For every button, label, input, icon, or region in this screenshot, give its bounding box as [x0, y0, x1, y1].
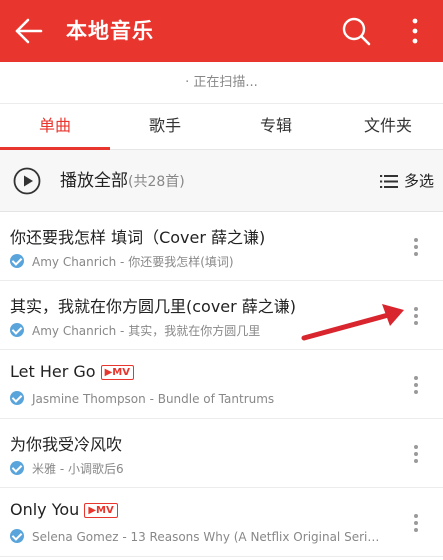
song-more-icon[interactable] [406, 443, 426, 465]
song-title: 为你我受冷风吹 [10, 435, 123, 454]
song-subtitle: Amy Chanrich - 你还要我怎样(填词) [10, 253, 382, 270]
tab-songs[interactable]: 单曲 [0, 104, 110, 150]
song-subtitle: Jasmine Thompson - Bundle of Tantrums [10, 391, 382, 406]
song-title: Only You ▶MV [10, 500, 118, 519]
song-more-icon[interactable] [406, 512, 426, 534]
scan-status: · 正在扫描... [0, 62, 443, 104]
app-bar: 本地音乐 [0, 0, 443, 62]
song-title: 你还要我怎样 填词（Cover 薛之谦) [10, 228, 266, 247]
song-list: 你还要我怎样 填词（Cover 薛之谦) Amy Chanrich - 你还要我… [0, 212, 443, 557]
multi-select-label: 多选 [404, 172, 435, 190]
song-item[interactable]: Let Her Go ▶MV Jasmine Thompson - Bundle … [0, 350, 443, 419]
song-more-icon[interactable] [406, 374, 426, 396]
downloaded-check-icon [10, 323, 24, 337]
mv-badge[interactable]: ▶MV [84, 503, 118, 518]
downloaded-check-icon [10, 529, 24, 543]
song-item[interactable]: Only You ▶MV Selena Gomez - 13 Reasons Wh… [0, 488, 443, 557]
tab-bar: 单曲 歌手 专辑 文件夹 [0, 104, 443, 150]
tab-artists[interactable]: 歌手 [110, 104, 220, 150]
arrow-back-icon[interactable] [14, 17, 44, 45]
list-icon [380, 175, 398, 188]
song-item[interactable]: 为你我受冷风吹 米雅 - 小调歌后6 [0, 419, 443, 488]
tab-albums[interactable]: 专辑 [221, 104, 331, 150]
more-vertical-icon[interactable] [405, 15, 425, 47]
play-all-label[interactable]: 播放全部(共28首) [60, 150, 185, 213]
song-subtitle: 米雅 - 小调歌后6 [10, 460, 382, 477]
song-subtitle: Amy Chanrich - 其实，我就在你方圆几里 [10, 322, 382, 339]
downloaded-check-icon [10, 391, 24, 405]
downloaded-check-icon [10, 461, 24, 475]
song-title: 其实，我就在你方圆几里(cover 薛之谦) [10, 297, 297, 316]
downloaded-check-icon [10, 254, 24, 268]
page-title: 本地音乐 [66, 19, 154, 43]
song-item[interactable]: 其实，我就在你方圆几里(cover 薛之谦) Amy Chanrich - 其实… [0, 281, 443, 350]
song-more-icon[interactable] [406, 305, 426, 327]
song-count: (共28首) [128, 174, 185, 190]
song-subtitle: Selena Gomez - 13 Reasons Why (A Netflix… [10, 529, 382, 544]
search-icon[interactable] [340, 15, 372, 47]
song-item[interactable]: 你还要我怎样 填词（Cover 薛之谦) Amy Chanrich - 你还要我… [0, 212, 443, 281]
play-circle-icon[interactable] [13, 167, 41, 195]
play-all-row[interactable]: 播放全部(共28首) 多选 [0, 150, 443, 212]
mv-badge[interactable]: ▶MV [100, 365, 134, 380]
song-title: Let Her Go ▶MV [10, 362, 134, 381]
tab-folders[interactable]: 文件夹 [333, 104, 443, 150]
song-more-icon[interactable] [406, 236, 426, 258]
